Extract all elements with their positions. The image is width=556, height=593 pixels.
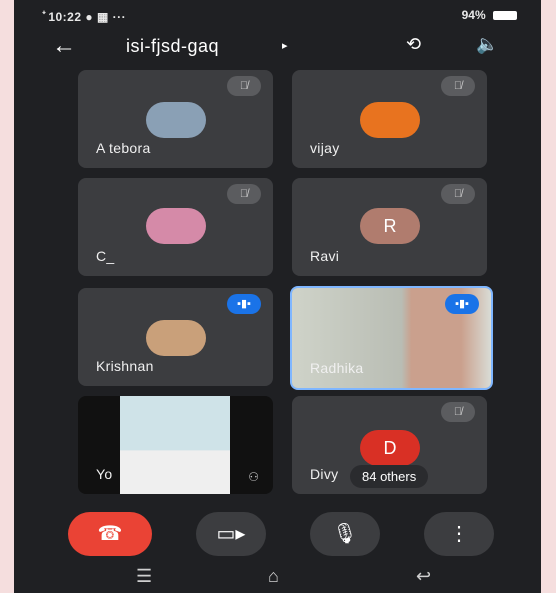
battery-icon [493,11,517,21]
caret-right-icon[interactable]: ▸ [282,39,288,52]
status-bar: ᪳ 10:22 ● ▦ ··· 94% [14,0,541,28]
battery-status: 94% [462,8,517,22]
participant-name: vijay [310,140,340,156]
avatar: R [360,208,420,244]
home-icon[interactable]: ⌂ [268,566,279,587]
meeting-header: ← isi-fjsd-gaq ▸ ⟲ 🔈 [14,30,541,64]
people-icon: ⚇ [248,470,259,484]
participant-name: Divy [310,466,339,482]
end-call-button[interactable]: ☎ [68,512,152,556]
participant-name: Yo [96,466,113,482]
participant-tile[interactable]: ▪▮▪ Krishnan [78,288,273,386]
more-button[interactable]: ⋮ [424,512,494,556]
participant-tile[interactable]: 🎙̸ vijay [292,70,487,168]
camera-switch-icon[interactable]: ⟲ [406,34,421,55]
avatar: D [360,430,420,466]
mic-off-icon: 🎙̸ [227,76,261,96]
back-nav-icon[interactable]: ↩ [416,566,431,587]
participant-name: Ravi [310,248,340,264]
recent-apps-icon[interactable]: ☰ [136,566,152,587]
participant-tile[interactable]: 🎙̸ D Divy 84 others [292,396,487,494]
mic-off-icon: 🎙̸ [441,402,475,422]
others-badge[interactable]: 84 others [350,465,429,488]
participant-tile[interactable]: 🎙̸ R Ravi [292,178,487,276]
avatar [360,102,420,138]
speaking-indicator-icon: ▪▮▪ [227,294,261,314]
participant-tile[interactable]: 🎙̸ A tebora [78,70,273,168]
meet-screen: ᪳ 10:22 ● ▦ ··· 94% ← isi-fjsd-gaq ▸ ⟲ 🔈… [14,0,541,593]
arrow-left-icon[interactable]: ← [52,32,76,60]
speaking-indicator-icon: ▪▮▪ [445,294,479,314]
avatar [146,320,206,356]
participant-tile-video[interactable]: Yo ⚇ [78,396,273,494]
participant-name: A tebora [96,140,151,156]
participant-name: Krishnan [96,358,154,374]
camera-button[interactable]: ▭▸ [196,512,266,556]
avatar [146,208,206,244]
mic-off-icon: 🎙̸ [227,184,261,204]
participant-name: C_ [96,248,115,264]
mic-off-icon: 🎙̸ [441,184,475,204]
participant-tile-video[interactable]: ▪▮▪ Radhika [290,286,493,390]
battery-percent: 94% [461,8,486,22]
speaker-icon[interactable]: 🔈 [476,34,498,55]
mic-off-icon: 🎙̸ [441,76,475,96]
video-feed [120,396,230,494]
participant-name: Radhika [310,360,364,376]
participant-tile[interactable]: 🎙̸ C_ [78,178,273,276]
status-left: ᪳ 10:22 ● ▦ ··· [44,10,127,24]
meeting-code[interactable]: isi-fjsd-gaq [126,36,219,57]
call-controls: ☎ ▭▸ 🎙 ⋮ [14,498,541,558]
system-nav-bar: ☰ ⌂ ↩ [14,560,541,593]
mic-button[interactable]: 🎙 [310,512,380,556]
avatar [146,102,206,138]
